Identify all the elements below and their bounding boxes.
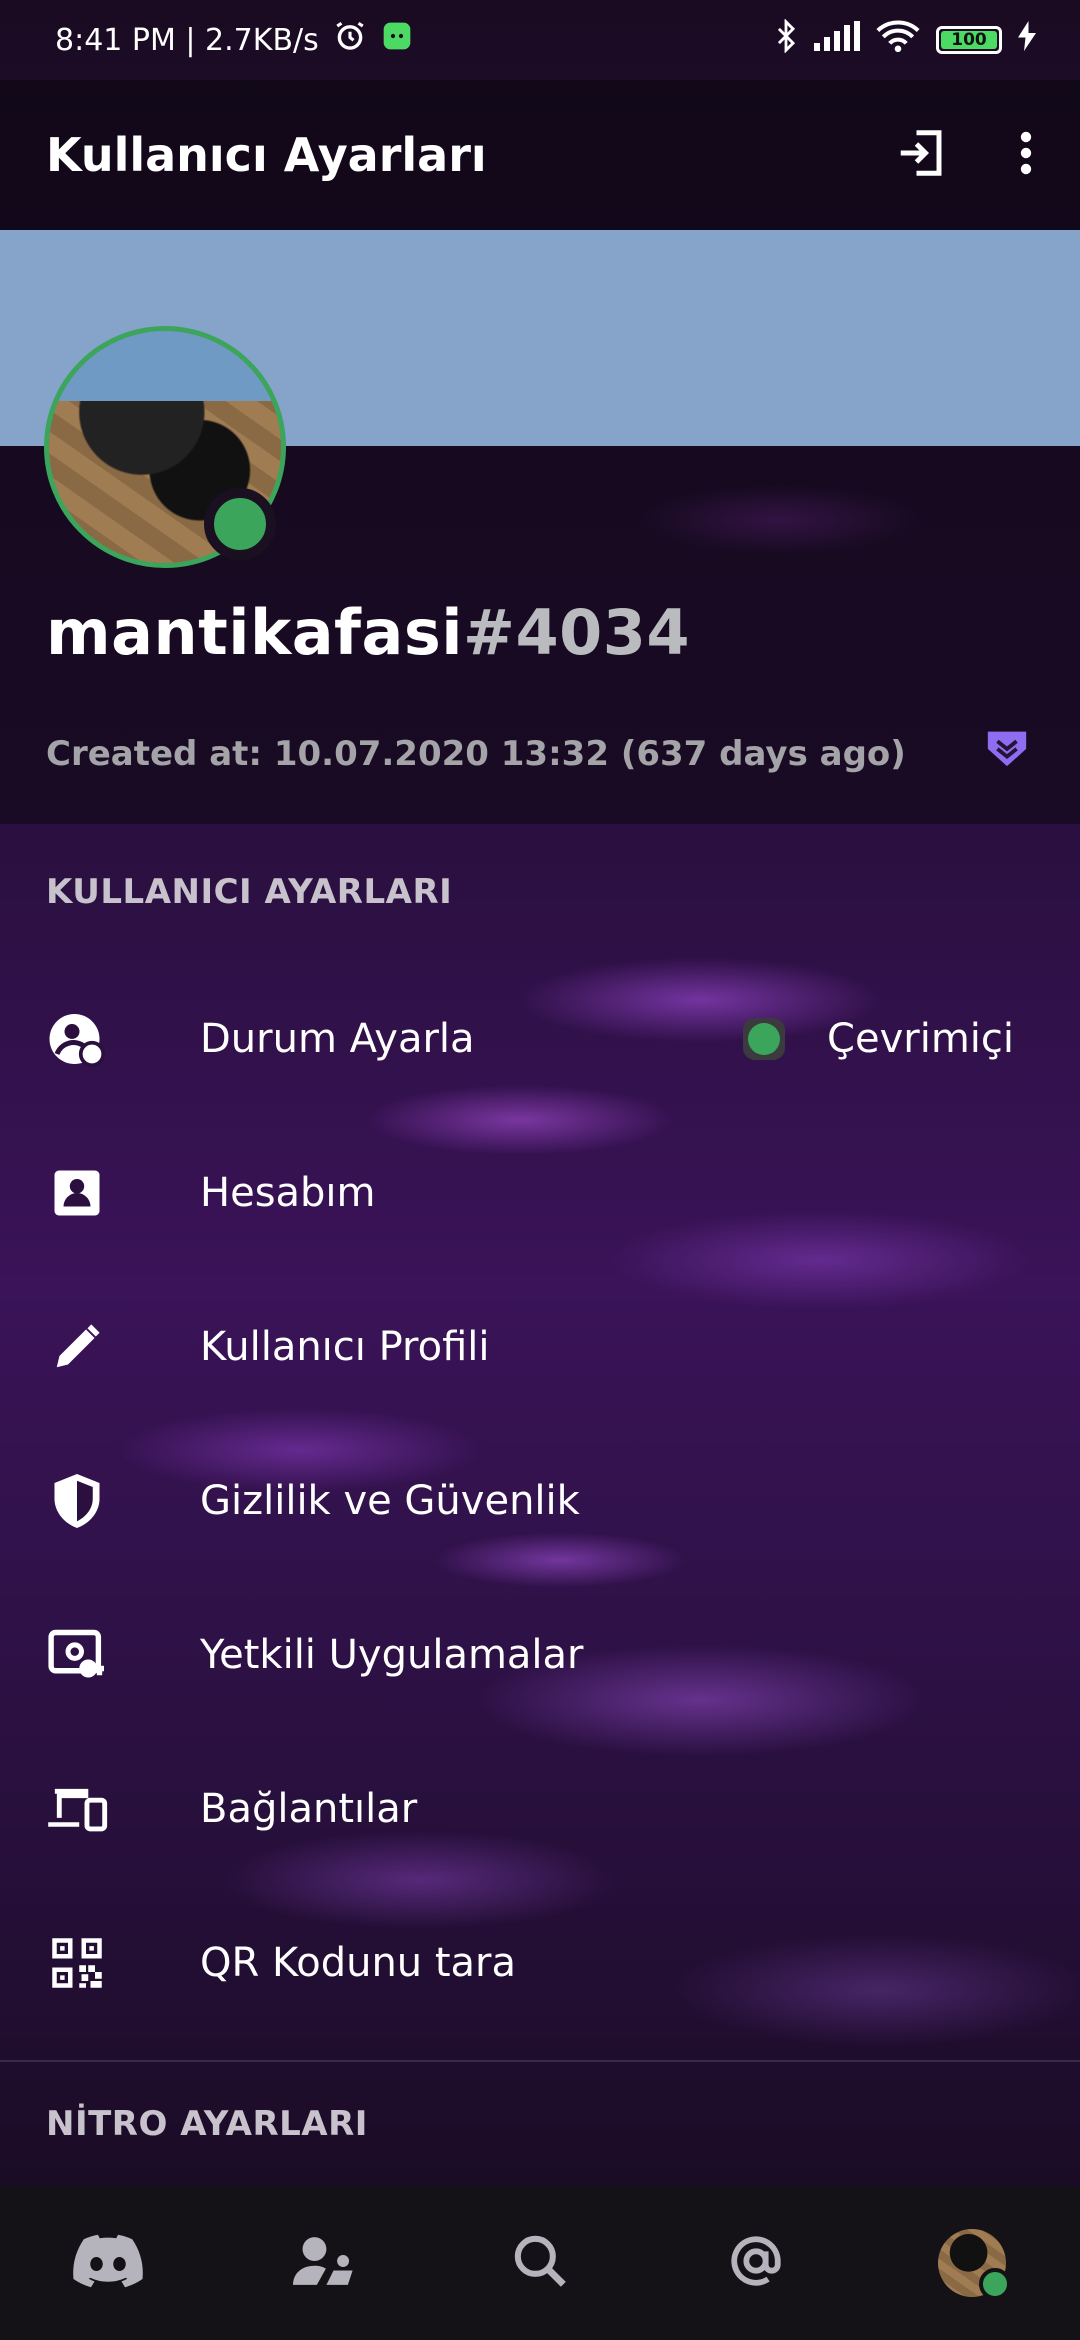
devices-icon: [46, 1778, 108, 1840]
menu-label-scan-qr: QR Kodunu tara: [200, 1940, 517, 1986]
authorized-apps-icon: [46, 1624, 108, 1686]
status-value: Çevrimiçi: [827, 1016, 1014, 1062]
profile-online-dot: [979, 2268, 1011, 2300]
username: mantikafasi#4034: [46, 596, 690, 669]
hypesquad-badge-icon[interactable]: [984, 724, 1030, 774]
logout-icon[interactable]: [894, 126, 948, 184]
pencil-icon: [46, 1316, 108, 1378]
menu-label-user-profile: Kullanıcı Profili: [200, 1324, 490, 1370]
menu-item-connections[interactable]: Bağlantılar: [0, 1732, 1080, 1886]
app-notification-icon: [381, 20, 413, 60]
battery-level: 100: [951, 30, 987, 50]
bluetooth-icon: [774, 18, 798, 61]
status-time: 8:41 PM | 2.7KB/s: [55, 22, 319, 58]
menu-item-status[interactable]: Durum Ayarla Çevrimiçi: [0, 962, 1080, 1116]
mentions-icon: [727, 2232, 785, 2294]
search-icon: [512, 2233, 568, 2293]
more-options-icon[interactable]: [1018, 128, 1034, 182]
status-icon: [46, 1008, 108, 1070]
tab-mentions[interactable]: [711, 2218, 801, 2308]
signal-icon: [814, 21, 860, 59]
tab-friends[interactable]: [279, 2218, 369, 2308]
section-title-nitro-settings: NİTRO AYARLARI: [46, 2104, 368, 2144]
online-status-indicator: [743, 1018, 786, 1060]
menu-label-authorized-apps: Yetkili Uygulamalar: [200, 1632, 584, 1678]
page-title: Kullanıcı Ayarları: [46, 128, 487, 182]
friends-icon: [293, 2234, 355, 2292]
online-status-dot: [204, 488, 276, 560]
tab-home[interactable]: [63, 2218, 153, 2308]
battery-icon: 100: [936, 26, 1002, 54]
menu-label-connections: Bağlantılar: [200, 1786, 418, 1832]
menu-item-scan-qr[interactable]: QR Kodunu tara: [0, 1886, 1080, 2040]
menu-item-privacy[interactable]: Gizlilik ve Güvenlik: [0, 1424, 1080, 1578]
menu-item-authorized-apps[interactable]: Yetkili Uygulamalar: [0, 1578, 1080, 1732]
shield-icon: [46, 1470, 108, 1532]
status-bar: 8:41 PM | 2.7KB/s 100: [0, 0, 1080, 80]
account-icon: [46, 1162, 108, 1224]
app-bar: Kullanıcı Ayarları: [0, 80, 1080, 230]
menu-item-user-profile[interactable]: Kullanıcı Profili: [0, 1270, 1080, 1424]
menu-label-status: Durum Ayarla: [200, 1016, 475, 1062]
section-divider: [0, 2060, 1080, 2062]
alarm-icon: [333, 19, 367, 61]
wifi-icon: [876, 19, 920, 61]
menu-label-privacy: Gizlilik ve Güvenlik: [200, 1478, 580, 1524]
section-title-user-settings: KULLANICI AYARLARI: [46, 872, 453, 912]
bottom-navigation: [0, 2186, 1080, 2340]
account-created-date: Created at: 10.07.2020 13:32 (637 days a…: [46, 734, 906, 774]
menu-item-account[interactable]: Hesabım: [0, 1116, 1080, 1270]
qr-code-icon: [46, 1932, 108, 1994]
charging-icon: [1018, 21, 1036, 59]
username-name: mantikafasi: [46, 596, 464, 669]
tab-profile[interactable]: [927, 2218, 1017, 2308]
tab-search[interactable]: [495, 2218, 585, 2308]
discord-home-icon: [73, 2234, 143, 2292]
username-discriminator: #4034: [463, 596, 691, 669]
menu-label-account: Hesabım: [200, 1170, 376, 1216]
